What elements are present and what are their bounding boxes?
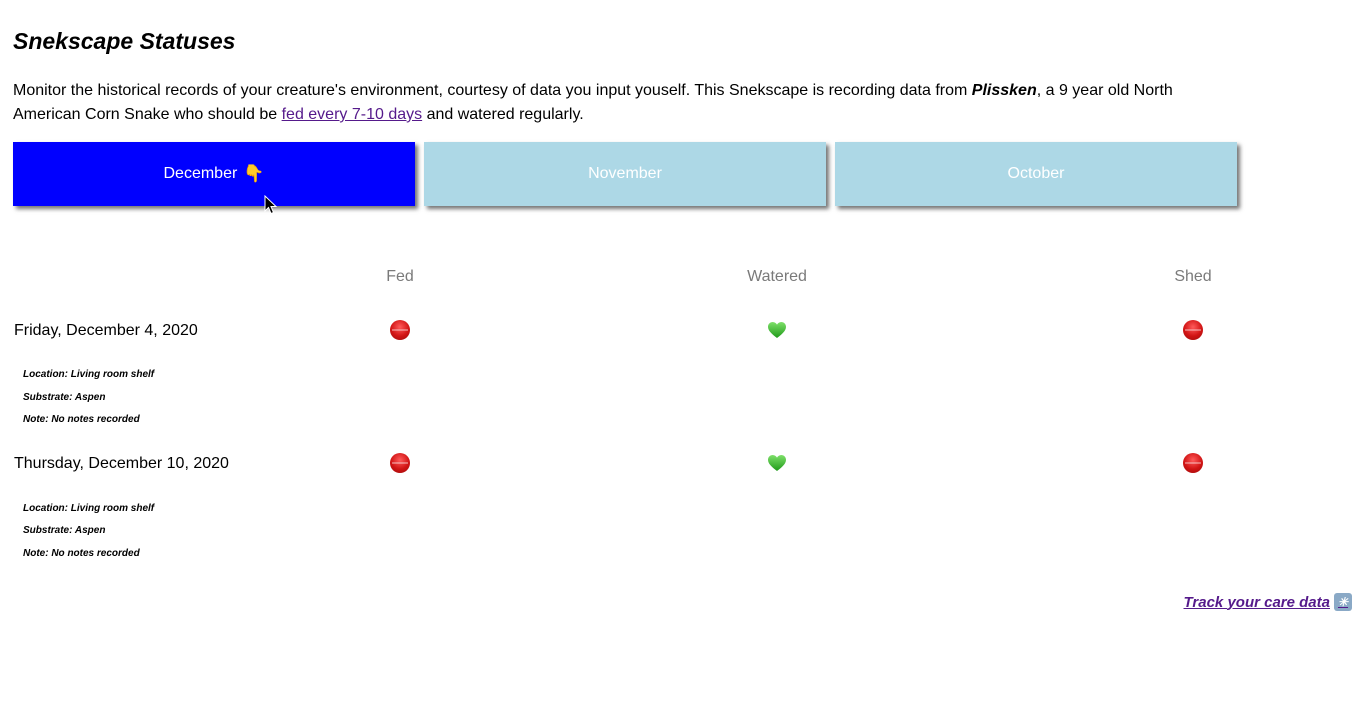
track-care-data-link[interactable]: Track your care data ✳ — [1184, 593, 1352, 611]
record-date: Friday, December 4, 2020 — [14, 322, 198, 339]
page: Snekscape Statuses Monitor the historica… — [0, 0, 1372, 722]
sparkle-box-icon: ✳ — [1334, 593, 1352, 611]
tab-october[interactable]: October — [835, 142, 1237, 206]
tab-november[interactable]: November — [424, 142, 826, 206]
record-location: Location: Living room shelf — [23, 369, 155, 380]
column-header-shed: Shed — [1174, 268, 1212, 285]
intro-part-3: and watered regularly. — [422, 106, 584, 123]
tab-november-label: November — [588, 165, 662, 182]
tab-december[interactable]: December 👇 — [13, 142, 415, 206]
column-header-fed: Fed — [386, 268, 414, 285]
feeding-schedule-link[interactable]: fed every 7-10 days — [282, 106, 423, 123]
page-title: Snekscape Statuses — [13, 28, 236, 54]
tab-october-label: October — [1007, 165, 1065, 182]
watered-status-green-heart-icon — [767, 453, 787, 473]
pointing-down-icon: 👇 — [243, 164, 265, 183]
record-note: Note: No notes recorded — [23, 414, 140, 425]
tab-december-label: December — [163, 165, 238, 182]
mouse-cursor-icon — [264, 195, 278, 215]
shed-status-red-circle-icon — [1183, 453, 1203, 473]
record-substrate: Substrate: Aspen — [23, 525, 106, 536]
record-date: Thursday, December 10, 2020 — [14, 455, 229, 472]
watered-status-green-heart-icon — [767, 320, 787, 340]
record-location: Location: Living room shelf — [23, 503, 155, 514]
fed-status-red-circle-icon — [390, 453, 410, 473]
record-substrate: Substrate: Aspen — [23, 392, 106, 403]
record-note: Note: No notes recorded — [23, 548, 140, 559]
column-header-watered: Watered — [747, 268, 807, 285]
shed-status-red-circle-icon — [1183, 320, 1203, 340]
intro-text: Monitor the historical records of your c… — [13, 79, 1173, 127]
track-care-data-label: Track your care data — [1183, 593, 1330, 611]
snake-name: Plissken — [971, 82, 1037, 99]
fed-status-red-circle-icon — [390, 320, 410, 340]
intro-part-1: Monitor the historical records of your c… — [13, 82, 972, 99]
